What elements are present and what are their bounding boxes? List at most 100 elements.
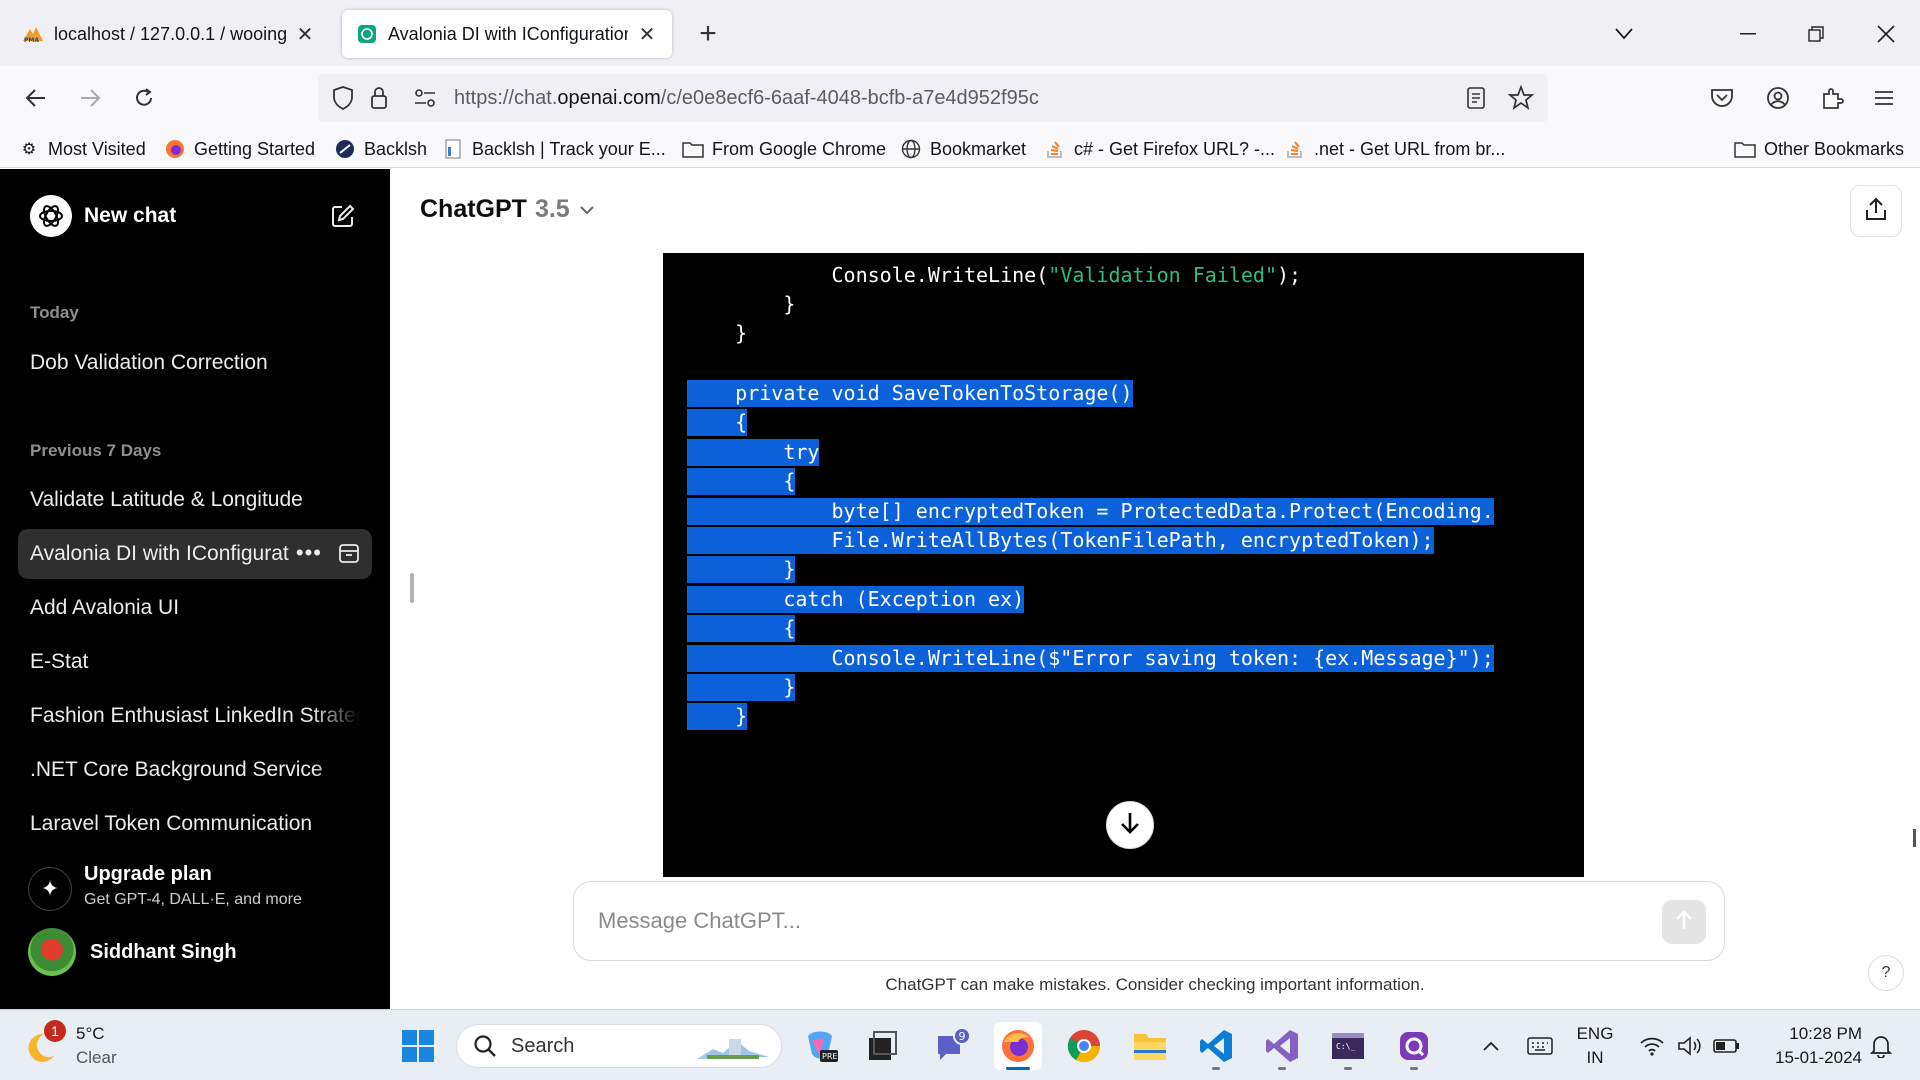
permissions-icon[interactable] [414, 88, 436, 113]
chat-item[interactable]: Laravel Token Communication [18, 799, 372, 849]
chat-item-active[interactable]: Avalonia DI with IConfigurat ••• [18, 529, 372, 579]
upgrade-subtitle: Get GPT-4, DALL·E, and more [84, 891, 302, 908]
new-tab-button[interactable]: + [690, 16, 726, 52]
user-menu-button[interactable]: Siddhant Singh [28, 927, 237, 977]
close-icon[interactable]: ✕ [294, 23, 316, 46]
chat-item[interactable]: Dob Validation Correction [18, 338, 372, 388]
code-line-selected: try [687, 439, 820, 466]
bookmark-star-icon[interactable] [1507, 84, 1535, 116]
task-view-icon[interactable] [858, 1022, 906, 1070]
pocket-icon[interactable] [1702, 78, 1742, 118]
folder-icon [1734, 138, 1756, 160]
close-window-icon[interactable] [1866, 14, 1906, 54]
bookmark-from-google-chrome[interactable]: From Google Chrome [682, 136, 886, 162]
conversation-pane: ChatGPT 3.5 Console.WriteLine("Validatio… [390, 169, 1920, 1009]
more-options-icon[interactable]: ••• [296, 541, 322, 565]
language-indicator[interactable]: ENG IN [1570, 1022, 1620, 1070]
bookmark-most-visited[interactable]: ⚙ Most Visited [18, 136, 146, 162]
chat-item[interactable]: Fashion Enthusiast LinkedIn Strateg [18, 691, 372, 741]
code-line-selected: { [687, 468, 796, 495]
bookmark-get-firefox-url[interactable]: c# - Get Firefox URL? -... [1044, 136, 1275, 162]
code-line-selected: private void SaveTokenToStorage() [687, 380, 1133, 407]
help-button[interactable]: ? [1868, 955, 1904, 991]
menu-icon[interactable] [1864, 78, 1904, 118]
shield-icon[interactable] [332, 86, 354, 115]
bookmark-other-bookmarks[interactable]: Other Bookmarks [1734, 136, 1904, 162]
stackoverflow-icon [1284, 138, 1306, 160]
scroll-to-bottom-button[interactable] [1106, 801, 1154, 849]
share-button[interactable] [1850, 185, 1902, 237]
code-line-selected: File.WriteAllBytes(TokenFilePath, encryp… [687, 527, 1434, 554]
clock[interactable]: 10:28 PM 15-01-2024 [1754, 1022, 1862, 1070]
chevron-up-icon[interactable] [1476, 1028, 1506, 1064]
tab-title: Avalonia DI with IConfiguration [388, 23, 628, 44]
file-explorer-icon[interactable] [1126, 1022, 1174, 1070]
close-icon[interactable]: ✕ [636, 23, 658, 46]
terminal-icon[interactable]: C:\_ [1324, 1022, 1372, 1070]
back-arrow-icon[interactable] [16, 78, 56, 118]
disclaimer-text: ChatGPT can make mistakes. Consider chec… [885, 975, 1425, 994]
tab-chatgpt[interactable]: Avalonia DI with IConfiguration ✕ [342, 10, 672, 58]
reader-view-icon[interactable] [1466, 86, 1486, 115]
code-line: } [687, 292, 796, 316]
upgrade-plan-button[interactable]: ✦ Upgrade plan Get GPT-4, DALL·E, and mo… [28, 859, 368, 919]
chrome-icon[interactable] [1060, 1022, 1108, 1070]
bookmark-bookmarket[interactable]: Bookmarket [900, 136, 1026, 162]
bookmark-backlsh-track[interactable]: Backlsh | Track your E... [442, 136, 666, 162]
code-block[interactable]: Console.WriteLine("Validation Failed"); … [663, 253, 1584, 877]
app-q-icon[interactable] [1390, 1022, 1438, 1070]
reload-icon[interactable] [124, 78, 164, 118]
notification-bell-icon[interactable] [1866, 1028, 1896, 1064]
account-icon[interactable] [1758, 78, 1798, 118]
battery-icon[interactable] [1710, 1028, 1744, 1064]
bookmarks-toolbar: ⚙ Most Visited Getting Started Backlsh Ba… [0, 130, 1920, 168]
running-indicator [1344, 1067, 1352, 1070]
keyboard-icon[interactable] [1522, 1028, 1558, 1064]
firefox-icon[interactable] [994, 1022, 1042, 1070]
clock-date: 15-01-2024 [1775, 1048, 1862, 1067]
lock-icon[interactable] [370, 86, 388, 115]
code-line-selected: { [687, 409, 748, 436]
bookmark-get-url-from-browser[interactable]: .net - Get URL from br... [1284, 136, 1505, 162]
list-all-tabs-icon[interactable] [1604, 14, 1644, 54]
minimize-icon[interactable] [1728, 14, 1768, 54]
vscode-icon[interactable] [1192, 1022, 1240, 1070]
section-heading-today: Today [30, 303, 79, 322]
search-icon [473, 1034, 497, 1058]
restore-icon[interactable] [1796, 14, 1836, 54]
clock-time: 10:28 PM [1789, 1024, 1862, 1043]
model-selector[interactable]: ChatGPT 3.5 [420, 195, 594, 224]
visual-studio-icon[interactable] [1258, 1022, 1306, 1070]
wifi-icon[interactable] [1636, 1028, 1668, 1064]
chat-item[interactable]: Add Avalonia UI [18, 583, 372, 633]
message-composer [573, 881, 1725, 961]
new-chat-button[interactable]: New chat [18, 191, 368, 241]
url-bar[interactable]: https://chat.openai.com/c/e0e8ecf6-6aaf-… [318, 74, 1548, 122]
chat-item[interactable]: E-Stat [18, 637, 372, 687]
archive-icon[interactable] [338, 542, 360, 564]
chat-item[interactable]: .NET Core Background Service [18, 745, 372, 795]
weather-widget[interactable]: 1 5°C Clear [26, 1018, 117, 1074]
tab-phpmyadmin[interactable]: PMA localhost / 127.0.0.1 / wooing / ✕ [8, 10, 330, 58]
copilot-icon[interactable]: PRE [796, 1022, 844, 1070]
start-button[interactable] [394, 1022, 442, 1070]
compose-icon[interactable] [330, 203, 356, 229]
bookmark-getting-started[interactable]: Getting Started [164, 136, 315, 162]
extensions-icon[interactable] [1812, 78, 1852, 118]
chat-item[interactable]: Validate Latitude & Longitude [18, 475, 372, 525]
teams-chat-icon[interactable]: 9 [928, 1022, 976, 1070]
search-label: Search [511, 1034, 575, 1057]
volume-icon[interactable] [1674, 1028, 1706, 1064]
forward-arrow-icon[interactable] [70, 78, 110, 118]
sidebar-resize-handle[interactable] [410, 573, 414, 603]
tab-title: localhost / 127.0.0.1 / wooing / [54, 23, 286, 44]
send-button[interactable] [1662, 900, 1706, 944]
url-text[interactable]: https://chat.openai.com/c/e0e8ecf6-6aaf-… [454, 74, 1039, 122]
model-name: ChatGPT [420, 195, 527, 223]
taskbar-search[interactable]: Search [456, 1024, 782, 1068]
svg-text:PRE: PRE [822, 1052, 837, 1061]
search-highlight-icon [693, 1029, 773, 1070]
bookmark-backlsh[interactable]: Backlsh [334, 136, 427, 162]
scrollbar-thumb[interactable] [1913, 829, 1916, 847]
message-input[interactable] [598, 882, 1598, 960]
